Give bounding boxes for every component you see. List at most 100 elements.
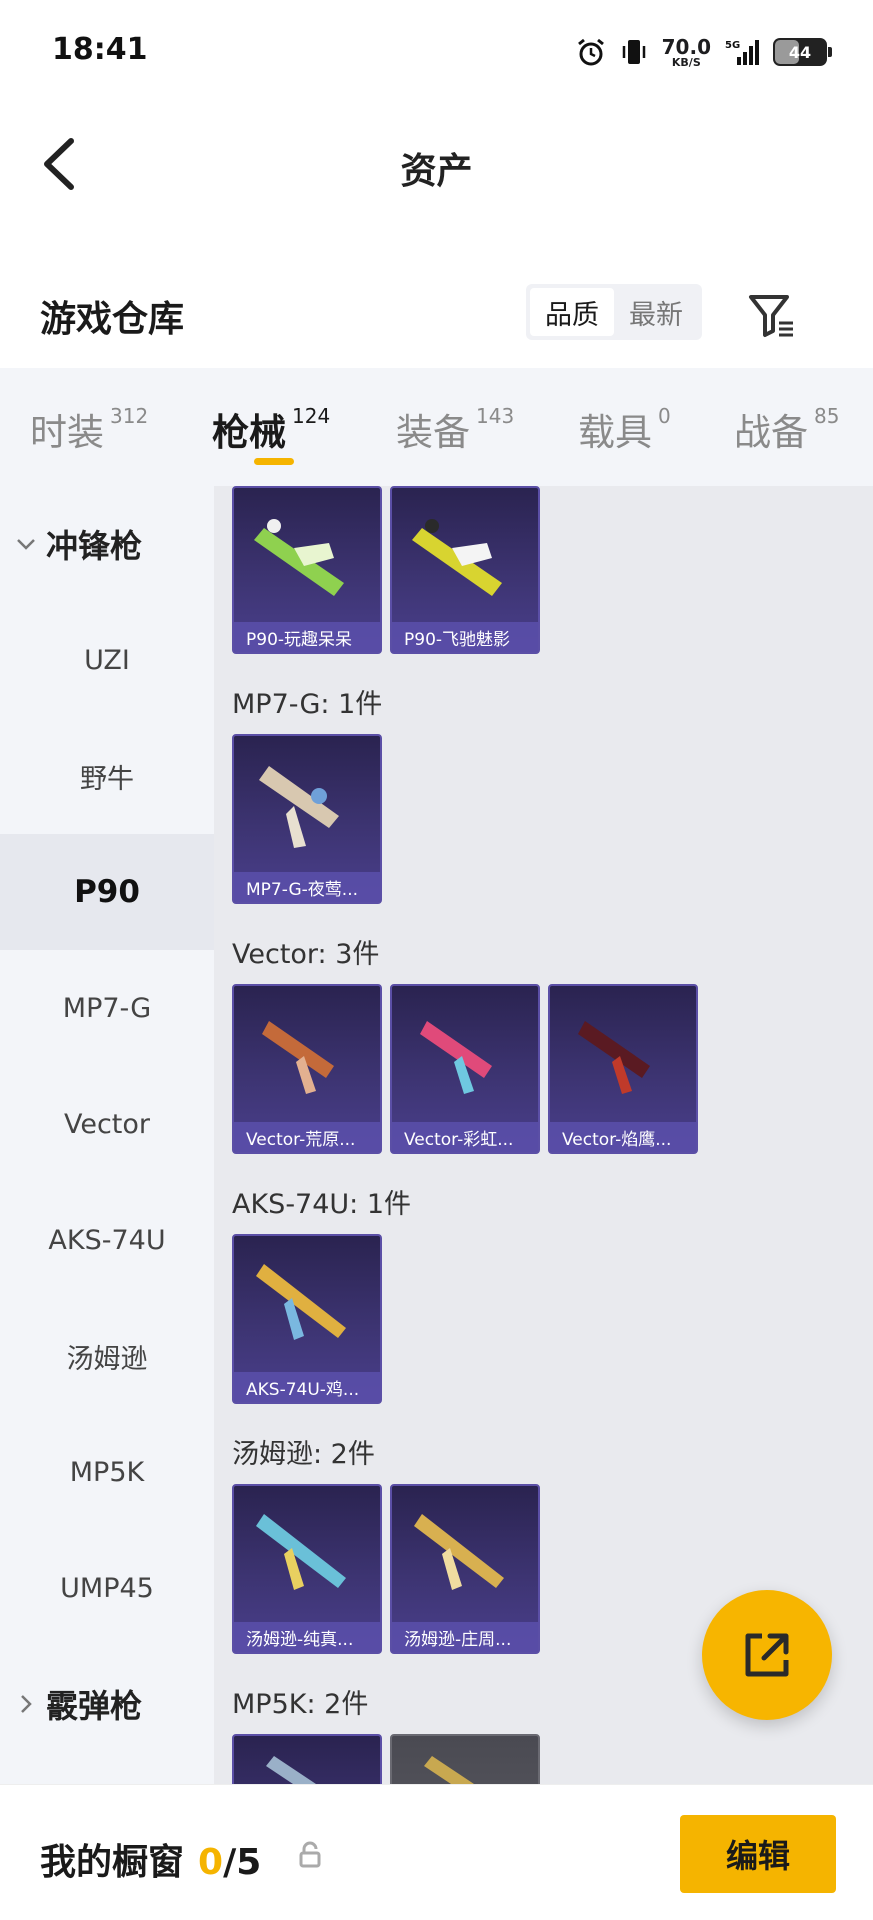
sort-toggle: 品质 最新: [526, 284, 702, 340]
skin-card[interactable]: Vector-焰鹰...: [548, 984, 698, 1154]
edit-button[interactable]: 编辑: [680, 1815, 836, 1893]
sidebar-item-vector[interactable]: Vector: [0, 1066, 214, 1182]
skin-card[interactable]: AKS-74U-鸡...: [232, 1234, 382, 1404]
filter-icon: [749, 295, 793, 337]
tab-fashion[interactable]: 时装 312: [30, 402, 148, 456]
sidebar-item-p90[interactable]: P90: [0, 834, 214, 950]
sort-quality-button[interactable]: 品质: [530, 288, 614, 336]
alarm-icon: [577, 38, 604, 66]
category-tabs: 时装 312 枪械 124 装备 143 载具 0 战备 85: [0, 368, 873, 486]
group-label: Vector: 3件: [232, 939, 380, 970]
skin-card[interactable]: P90-飞驰魅影: [390, 486, 540, 654]
status-bar: 18:41 70.0 KB/S 5G 44: [0, 0, 873, 104]
skin-name: MP7-G-夜莺...: [234, 872, 380, 902]
sidebar-item-thompson[interactable]: 汤姆逊: [0, 1298, 214, 1414]
gun-image: [259, 766, 339, 848]
battery-text: 44: [788, 42, 812, 62]
svg-text:5G: 5G: [725, 40, 740, 51]
tab-vehicles[interactable]: 载具 0: [578, 402, 671, 456]
gun-image: [256, 1264, 346, 1340]
skin-name: Vector-荒原...: [234, 1122, 380, 1152]
skin-card[interactable]: 汤姆逊-纯真...: [232, 1484, 382, 1654]
showcase-count: 0/5: [198, 1842, 261, 1883]
status-icons: 70.0 KB/S 5G 44: [576, 32, 832, 72]
showcase-total: /5: [223, 1842, 262, 1883]
skin-name: AKS-74U-鸡...: [234, 1372, 380, 1402]
gun-image: [424, 1756, 477, 1786]
gun-image: [578, 1021, 650, 1094]
sidebar-item-bison[interactable]: 野牛: [0, 718, 214, 834]
tab-count: 0: [658, 404, 671, 428]
gun-image: [254, 519, 344, 596]
skin-card[interactable]: Vector-荒原...: [232, 984, 382, 1154]
tab-label: 战备: [734, 411, 808, 454]
sidebar-group-label: 霰弹枪: [46, 1687, 143, 1725]
weapon-type-sidebar: 冲锋枪 UZI 野牛 P90 MP7-G Vector AKS-74U 汤姆逊 …: [0, 486, 214, 1786]
chevron-down-icon: [16, 534, 36, 554]
skin-name: P90-飞驰魅影: [392, 622, 538, 652]
group-label: 汤姆逊: 2件: [232, 1439, 375, 1470]
sidebar-group-shotgun[interactable]: 霰弹枪: [0, 1646, 214, 1762]
skin-card[interactable]: 汤姆逊-庄周...: [390, 1484, 540, 1654]
tab-label: 装备: [396, 411, 470, 454]
tab-label: 时装: [30, 411, 104, 454]
gun-image: [420, 1021, 492, 1094]
gun-image: [262, 1021, 334, 1094]
page-title: 资产: [400, 151, 473, 192]
tab-count: 124: [292, 404, 331, 428]
tab-count: 85: [814, 404, 840, 428]
tab-supplies[interactable]: 战备 85: [734, 402, 839, 456]
showcase-bar: 我的橱窗 0/5 编辑: [0, 1784, 873, 1920]
skin-card[interactable]: [232, 1734, 382, 1786]
skin-name: 汤姆逊-纯真...: [234, 1622, 380, 1652]
skin-card[interactable]: P90-玩趣呆呆: [232, 486, 382, 654]
group-label: MP5K: 2件: [232, 1689, 369, 1720]
nav-bar: 资产: [0, 104, 873, 224]
group-label: MP7-G: 1件: [232, 689, 383, 720]
tab-label: 载具: [578, 411, 652, 454]
tab-count: 143: [476, 404, 515, 428]
skin-card[interactable]: MP7-G-夜莺...: [232, 734, 382, 904]
tab-equipment[interactable]: 装备 143: [396, 402, 514, 456]
sidebar-item-uzi[interactable]: UZI: [0, 602, 214, 718]
status-time: 18:41: [52, 32, 148, 67]
section-title: 游戏仓库: [40, 299, 185, 340]
warehouse-header: 游戏仓库 品质 最新: [0, 264, 873, 364]
share-export-icon: [745, 1633, 789, 1677]
showcase-current: 0: [198, 1842, 224, 1883]
sort-latest-button[interactable]: 最新: [614, 288, 698, 336]
active-tab-indicator: [254, 458, 294, 465]
filter-button[interactable]: [740, 286, 804, 346]
sidebar-item-ump45[interactable]: UMP45: [0, 1530, 214, 1646]
tab-count: 312: [110, 404, 149, 428]
skin-name: 汤姆逊-庄周...: [392, 1622, 538, 1652]
net-speed: 70.0 KB/S: [662, 37, 711, 68]
tab-label: 枪械: [212, 411, 286, 454]
showcase-title: 我的橱窗: [40, 1842, 185, 1883]
sidebar-item-mp7g[interactable]: MP7-G: [0, 950, 214, 1066]
share-button[interactable]: [702, 1590, 832, 1720]
skin-name: P90-玩趣呆呆: [234, 622, 380, 652]
group-label: AKS-74U: 1件: [232, 1189, 412, 1220]
net-speed-unit: KB/S: [671, 55, 701, 69]
battery-icon: 44: [773, 38, 832, 66]
vibrate-icon: [622, 40, 645, 64]
sidebar-item-mp5k[interactable]: MP5K: [0, 1414, 214, 1530]
gun-image: [414, 1514, 504, 1590]
skin-name: Vector-焰鹰...: [550, 1122, 696, 1152]
skin-card[interactable]: Vector-彩虹...: [390, 984, 540, 1154]
sidebar-group-smg[interactable]: 冲锋枪: [0, 486, 214, 602]
chevron-right-icon: [16, 1694, 36, 1714]
showcase-label: 我的橱窗 0/5: [40, 1833, 261, 1885]
gun-image: [256, 1514, 346, 1590]
sidebar-item-aks74u[interactable]: AKS-74U: [0, 1182, 214, 1298]
lock-icon: [299, 1841, 321, 1868]
gun-image: [412, 519, 502, 596]
sidebar-group-label: 冲锋枪: [46, 527, 143, 565]
gun-image: [266, 1756, 319, 1786]
tab-weapons[interactable]: 枪械 124: [212, 402, 330, 456]
net-speed-value: 70.0: [661, 34, 711, 59]
signal-icon: 5G: [725, 40, 759, 65]
skin-name: Vector-彩虹...: [392, 1122, 538, 1152]
skin-card[interactable]: [390, 1734, 540, 1786]
